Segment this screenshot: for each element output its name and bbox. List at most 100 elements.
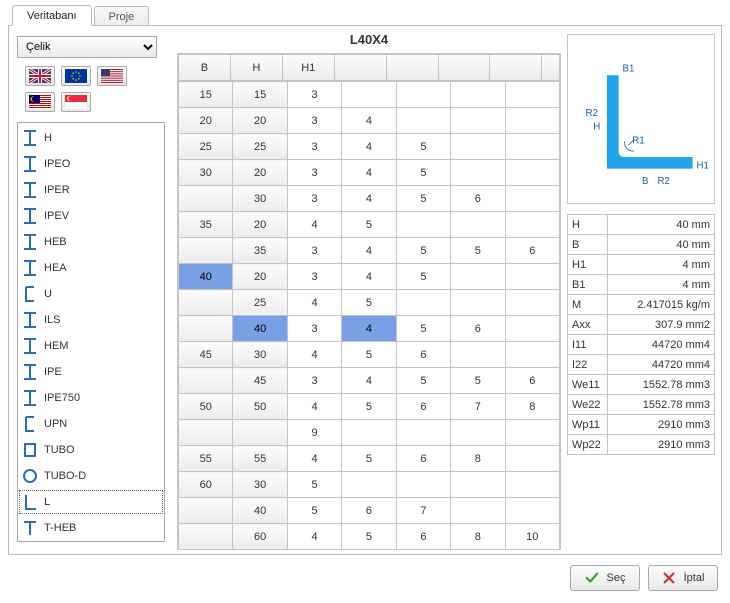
grid-value-cell[interactable]: 4 — [287, 524, 341, 550]
table-row[interactable]: 40567 — [179, 498, 560, 524]
flag-uk[interactable] — [25, 66, 55, 86]
table-row[interactable]: 3020345 — [179, 160, 560, 186]
grid-value-cell[interactable]: 4 — [342, 186, 396, 212]
grid-value-cell[interactable] — [505, 498, 559, 524]
grid-value-cell[interactable]: 4 — [342, 108, 396, 134]
grid-header-cell[interactable]: H — [230, 55, 282, 81]
table-row[interactable]: 352045 — [179, 212, 560, 238]
profile-list[interactable]: HLSHIPEOIPERIPEVHEBHEAUILSHEMIPEIPE750UP… — [17, 122, 165, 542]
grid-value-cell[interactable] — [505, 420, 559, 446]
grid-b-cell[interactable] — [179, 290, 233, 316]
grid-h-cell[interactable]: 20 — [233, 160, 287, 186]
grid-h-cell[interactable]: 35 — [233, 238, 287, 264]
grid-b-cell[interactable]: 25 — [179, 134, 233, 160]
grid-value-cell[interactable] — [505, 186, 559, 212]
grid-header-cell[interactable] — [386, 55, 438, 81]
grid-value-cell[interactable]: 5 — [342, 446, 396, 472]
grid-b-cell[interactable]: 20 — [179, 108, 233, 134]
grid-value-cell[interactable]: 5 — [396, 160, 450, 186]
grid-value-cell[interactable]: 7 — [451, 394, 505, 420]
table-row[interactable]: 303456 — [179, 186, 560, 212]
grid-value-cell[interactable]: 9 — [287, 420, 341, 446]
grid-value-cell[interactable] — [505, 134, 559, 160]
profile-item-hem[interactable]: HEM — [18, 333, 164, 359]
grid-value-cell[interactable]: 8 — [505, 394, 559, 420]
grid-value-cell[interactable]: 5 — [396, 186, 450, 212]
profile-item-ipe750[interactable]: IPE750 — [18, 385, 164, 411]
grid-h-cell[interactable]: 50 — [233, 394, 287, 420]
profile-item-l[interactable]: L — [18, 489, 164, 515]
table-row[interactable]: 3534556 — [179, 238, 560, 264]
grid-value-cell[interactable] — [342, 420, 396, 446]
grid-b-cell[interactable]: 60 — [179, 472, 233, 498]
grid-b-cell[interactable] — [179, 316, 233, 342]
grid-value-cell[interactable] — [451, 212, 505, 238]
grid-value-cell[interactable] — [505, 342, 559, 368]
table-row[interactable]: 15153 — [179, 82, 560, 108]
grid-h-cell[interactable]: 20 — [233, 108, 287, 134]
grid-b-cell[interactable] — [179, 524, 233, 550]
grid-b-cell[interactable]: 40 — [179, 264, 233, 290]
grid-header-cell[interactable]: H1 — [282, 55, 334, 81]
grid-value-cell[interactable] — [451, 264, 505, 290]
grid-b-cell[interactable]: 45 — [179, 342, 233, 368]
table-row[interactable]: 4020345 — [179, 264, 560, 290]
profile-item-tubo-d[interactable]: TUBO-D — [18, 463, 164, 489]
grid-value-cell[interactable] — [396, 212, 450, 238]
grid-value-cell[interactable] — [505, 108, 559, 134]
grid-value-cell[interactable]: 3 — [287, 316, 341, 342]
profile-item-t-heb[interactable]: T-HEB — [18, 515, 164, 541]
grid-value-cell[interactable] — [451, 420, 505, 446]
grid-header-cell[interactable]: B — [179, 55, 231, 81]
grid-value-cell[interactable]: 6 — [342, 498, 396, 524]
grid-h-cell[interactable]: 45 — [233, 368, 287, 394]
profile-item-ipe[interactable]: IPE — [18, 359, 164, 385]
grid-value-cell[interactable]: 5 — [342, 212, 396, 238]
grid-value-cell[interactable]: 4 — [342, 316, 396, 342]
flag-sg[interactable] — [61, 92, 91, 112]
grid-body-scroll[interactable]: 1515320203425253453020345303456352045353… — [178, 81, 560, 549]
grid-h-cell[interactable]: 40 — [233, 316, 287, 342]
flag-eu[interactable] — [61, 66, 91, 86]
flag-my[interactable] — [25, 92, 55, 112]
table-row[interactable]: 403456 — [179, 316, 560, 342]
grid-value-cell[interactable]: 5 — [287, 472, 341, 498]
grid-header-cell[interactable] — [438, 55, 490, 81]
grid-value-cell[interactable]: 4 — [342, 238, 396, 264]
grid-h-cell[interactable]: 20 — [233, 264, 287, 290]
grid-h-cell[interactable]: 60 — [233, 524, 287, 550]
grid-value-cell[interactable]: 5 — [342, 394, 396, 420]
grid-value-cell[interactable]: 6 — [451, 186, 505, 212]
table-row[interactable]: 4534556 — [179, 368, 560, 394]
grid-value-cell[interactable] — [505, 472, 559, 498]
grid-b-cell[interactable] — [179, 238, 233, 264]
grid-h-cell[interactable]: 25 — [233, 134, 287, 160]
grid-h-cell[interactable]: 15 — [233, 82, 287, 108]
grid-b-cell[interactable]: 15 — [179, 82, 233, 108]
grid-value-cell[interactable]: 5 — [396, 368, 450, 394]
table-row[interactable]: 2525345 — [179, 134, 560, 160]
flag-us[interactable] — [97, 66, 127, 86]
grid-value-cell[interactable]: 4 — [287, 212, 341, 238]
grid-value-cell[interactable]: 3 — [287, 160, 341, 186]
grid-value-cell[interactable]: 3 — [287, 82, 341, 108]
grid-value-cell[interactable]: 4 — [287, 446, 341, 472]
grid-value-cell[interactable] — [451, 342, 505, 368]
grid-value-cell[interactable] — [342, 472, 396, 498]
grid-value-cell[interactable] — [451, 134, 505, 160]
tab-database[interactable]: Veritabanı — [12, 5, 92, 26]
grid-value-cell[interactable]: 3 — [287, 108, 341, 134]
grid-h-cell[interactable]: 30 — [233, 186, 287, 212]
grid-b-cell[interactable]: 50 — [179, 394, 233, 420]
grid-b-cell[interactable]: 55 — [179, 446, 233, 472]
grid-b-cell[interactable] — [179, 368, 233, 394]
grid-value-cell[interactable]: 5 — [396, 316, 450, 342]
grid-value-cell[interactable]: 3 — [287, 238, 341, 264]
table-row[interactable]: 4530456 — [179, 342, 560, 368]
grid-value-cell[interactable]: 8 — [451, 524, 505, 550]
grid-value-cell[interactable]: 4 — [342, 264, 396, 290]
material-select[interactable]: Çelik — [17, 36, 157, 58]
profile-item-ils[interactable]: ILS — [18, 307, 164, 333]
grid-value-cell[interactable]: 6 — [396, 342, 450, 368]
grid-header-cell[interactable] — [490, 55, 542, 81]
